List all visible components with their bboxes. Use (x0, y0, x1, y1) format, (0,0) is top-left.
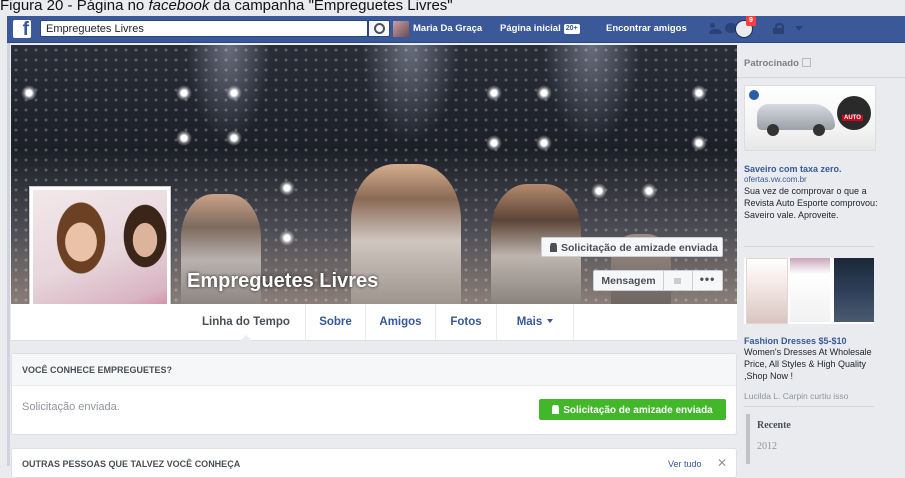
stage-light (691, 85, 707, 101)
friend-request-label: Solicitação de amizade enviada (561, 242, 718, 254)
card-header: VOCÊ CONHECE EMPREGUETES? (12, 354, 736, 386)
user-avatar[interactable] (393, 21, 409, 37)
tab-more-label: Mais (516, 316, 543, 328)
sponsored-label: Patrocinado (744, 58, 799, 69)
divider (744, 406, 874, 407)
timeline-year[interactable]: 2012 (757, 441, 777, 452)
friend-request-sent-green-button[interactable]: Solicitação de amizade enviada (539, 399, 726, 420)
message-button[interactable]: Mensagem (593, 270, 664, 291)
left-edge-divider (7, 43, 10, 466)
ad-image-dresses[interactable] (744, 258, 874, 324)
caption-suffix: da campanha "Empreguetes Livres" (209, 0, 453, 14)
account-menu-caret-icon[interactable] (795, 26, 803, 31)
video-call-button[interactable] (663, 270, 693, 291)
dress-image (746, 258, 788, 324)
facebook-logo-icon[interactable]: f (13, 19, 31, 40)
find-friends-link[interactable]: Encontrar amigos (606, 16, 687, 42)
logo-letter: f (22, 19, 29, 40)
vw-logo-icon (749, 90, 759, 100)
figure-caption: Figura 20 - Página no facebook da campan… (0, 0, 905, 16)
tab-timeline[interactable]: Linha do Tempo (187, 304, 306, 341)
more-options-button[interactable]: ••• (692, 270, 723, 291)
do-you-know-card: VOCÊ CONHECE EMPREGUETES? Solicitação en… (11, 353, 737, 435)
home-badge: 20+ (563, 24, 580, 34)
privacy-shortcuts-icon[interactable] (773, 23, 784, 34)
tab-about[interactable]: Sobre (306, 304, 366, 340)
stage-light (641, 183, 657, 199)
home-link[interactable]: Página inicial 20+ (500, 16, 580, 42)
car-image (757, 104, 835, 136)
video-camera-icon (674, 278, 681, 284)
see-all-link[interactable]: Ver tudo (668, 459, 702, 469)
search-input[interactable]: Empreguetes Livres (40, 20, 368, 37)
sponsored-heading: Patrocinado (744, 58, 811, 69)
search-button[interactable] (368, 20, 390, 37)
stage-light (226, 130, 242, 146)
caption-prefix: Figura 20 - Página no (0, 0, 149, 14)
stage-light (176, 130, 192, 146)
search-icon (374, 23, 385, 34)
auto-esporte-badge (837, 96, 871, 130)
page-name: Empreguetes Livres (187, 270, 379, 292)
stage-light (536, 85, 552, 101)
timeline-recent[interactable]: Recente (757, 420, 791, 431)
request-status-text: Solicitação enviada. (22, 401, 120, 413)
stage-light (591, 183, 607, 199)
divider (744, 246, 874, 247)
stage-light (21, 85, 37, 101)
dress-image (834, 258, 874, 322)
person-icon (552, 405, 560, 414)
stage-light (536, 135, 552, 151)
caption-italic: facebook (148, 0, 210, 14)
tab-more[interactable]: Mais (497, 304, 574, 340)
people-you-may-know-card: OUTRAS PESSOAS QUE TALVEZ VOCÊ CONHEÇA V… (11, 448, 737, 478)
dropdown-caret-icon (547, 319, 554, 323)
home-label: Página inicial (500, 23, 561, 34)
stage-light (279, 230, 295, 246)
ad-info-icon (801, 58, 811, 67)
stage-light (279, 180, 295, 196)
friend-requests-icon[interactable] (709, 22, 723, 35)
stage-light (691, 135, 707, 151)
notification-count-badge: 9 (746, 16, 756, 26)
stage-light (176, 85, 192, 101)
profile-link[interactable]: Maria Da Graça (413, 16, 482, 42)
card-header: OUTRAS PESSOAS QUE TALVEZ VOCÊ CONHEÇA (22, 459, 241, 469)
stage-light (486, 135, 502, 151)
profile-tabs: Linha do Tempo Sobre Amigos Fotos Mais (11, 304, 737, 341)
timeline-scrubber-bar (746, 414, 750, 464)
ad-body: Women's Dresses At Wholesale Price, All … (744, 347, 872, 381)
stage-light (486, 85, 502, 101)
stage-light (226, 85, 242, 101)
top-navigation-bar: f Empreguetes Livres Maria Da Graça Pági… (7, 16, 905, 43)
divider (737, 77, 905, 78)
close-icon[interactable]: ✕ (717, 456, 727, 470)
friend-request-sent-button[interactable]: Solicitação de amizade enviada (541, 237, 723, 257)
dress-image (790, 258, 830, 322)
tab-friends[interactable]: Amigos (366, 304, 436, 340)
person-icon (550, 243, 557, 252)
green-button-label: Solicitação de amizade enviada (563, 405, 713, 416)
ad-body: Sua vez de comprovar o que a Revista Aut… (744, 186, 878, 220)
tab-photos[interactable]: Fotos (436, 304, 497, 340)
right-sidebar: Patrocinado Saveiro com taxa zero. ofert… (737, 43, 905, 466)
ad-image-car[interactable] (744, 85, 876, 151)
social-context: Lucilda L. Carpin curtiu isso (744, 391, 849, 401)
